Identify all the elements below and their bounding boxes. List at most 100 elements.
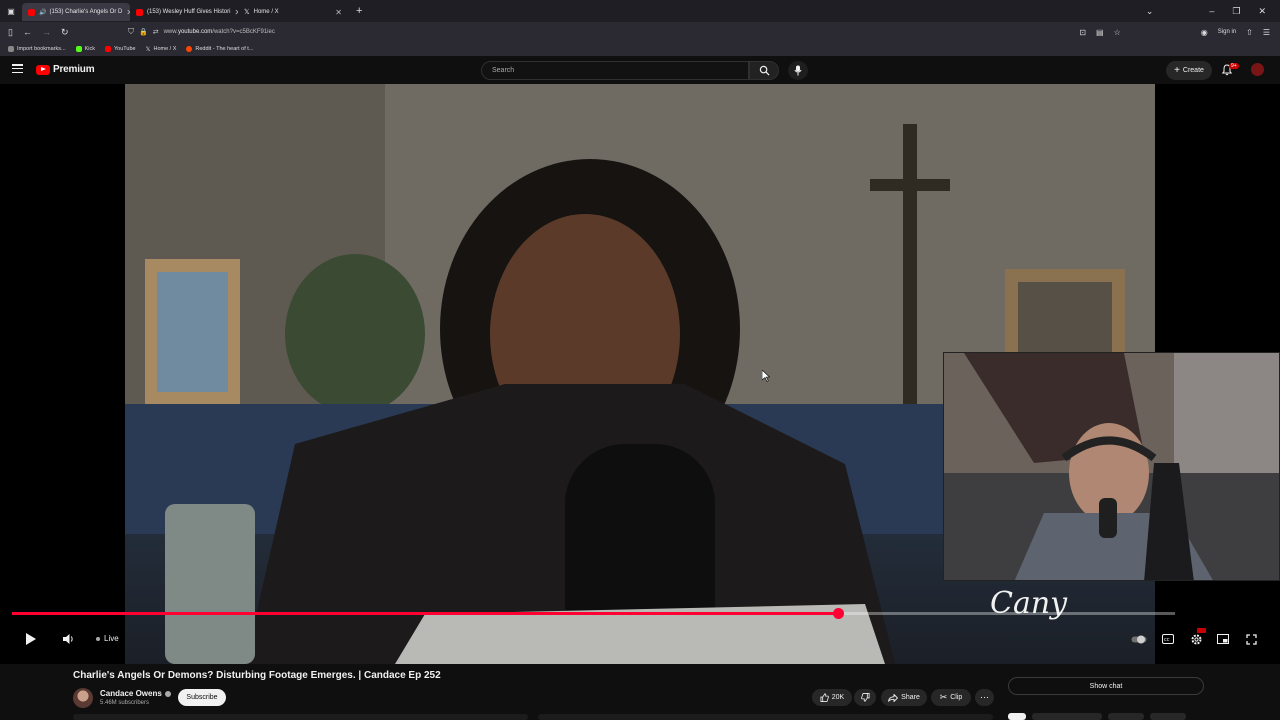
- hamburger-menu-icon[interactable]: [12, 64, 23, 73]
- youtube-favicon-icon: [28, 8, 35, 16]
- chip[interactable]: [1032, 713, 1102, 720]
- subscriber-count: 5.46M subscribers: [100, 700, 150, 706]
- reader-view-icon[interactable]: ▤: [1096, 28, 1104, 37]
- tab-label: (153) Wesley Huff Gives Histori: [147, 9, 231, 15]
- url-prefix: www.: [163, 29, 178, 35]
- bookmarks-bar: Import bookmarks... Kick YouTube 𝕏 Home /…: [0, 42, 1280, 56]
- settings-button[interactable]: [1188, 628, 1206, 646]
- account-avatar[interactable]: [1251, 63, 1264, 76]
- search-input[interactable]: Search: [481, 61, 749, 80]
- bookmark-home-x[interactable]: 𝕏 Home / X: [146, 46, 177, 53]
- close-tab-icon[interactable]: ✕: [331, 8, 342, 17]
- channel-avatar[interactable]: [73, 688, 93, 708]
- show-chat-button[interactable]: Show chat: [1008, 677, 1204, 695]
- play-button[interactable]: [23, 631, 39, 647]
- hd-badge: [1197, 628, 1206, 633]
- tab-wesley-huff[interactable]: (153) Wesley Huff Gives Histori ✕: [130, 3, 238, 21]
- channel-name[interactable]: Candace Owens: [100, 689, 171, 698]
- bookmark-label: Reddit - The heart of t...: [195, 46, 254, 52]
- related-chips: [1008, 713, 1186, 720]
- signature-overlay: Cany: [990, 586, 1068, 621]
- captions-button[interactable]: cc: [1161, 633, 1175, 645]
- permissions-icon[interactable]: ⇄: [153, 28, 159, 36]
- tab-list-icon[interactable]: ▣: [0, 7, 22, 16]
- miniplayer-button[interactable]: [1216, 633, 1230, 645]
- chip[interactable]: [1108, 713, 1144, 720]
- tab-overflow-chevron-icon[interactable]: ⌄: [1146, 6, 1154, 17]
- bookmark-label: Home / X: [153, 46, 177, 52]
- menu-icon[interactable]: ☰: [1263, 28, 1270, 37]
- mute-button[interactable]: [60, 632, 76, 646]
- lock-icon[interactable]: 🔒: [139, 28, 148, 36]
- tab-label: Home / X: [253, 9, 279, 15]
- account-icon[interactable]: ◉: [1201, 28, 1208, 37]
- description-strip: [538, 714, 993, 720]
- subscribe-button[interactable]: Subscribe: [178, 689, 226, 706]
- voice-search-button[interactable]: [788, 61, 808, 80]
- search-button[interactable]: [749, 61, 779, 80]
- address-bar[interactable]: www.youtube.com/watch?v=c5BcKF91iec: [164, 29, 1080, 35]
- close-window-icon[interactable]: ✕: [1258, 6, 1266, 17]
- live-dot-icon: [96, 636, 100, 641]
- clip-label: Clip: [950, 694, 963, 701]
- video-title: Charlie's Angels Or Demons? Disturbing F…: [73, 670, 441, 681]
- close-tab-icon[interactable]: ✕: [230, 8, 238, 17]
- dislike-button[interactable]: [854, 689, 876, 706]
- autoplay-toggle-icon: [1131, 635, 1147, 643]
- translate-icon[interactable]: ⊡: [1079, 28, 1086, 37]
- plus-icon: +: [1174, 65, 1180, 76]
- like-button[interactable]: 20K: [812, 689, 852, 706]
- reload-icon[interactable]: ↻: [61, 27, 69, 38]
- live-label: Live: [104, 634, 119, 643]
- speaker-icon[interactable]: 🔊: [39, 9, 46, 16]
- window-controls: ⌄ – ❐ ✕: [1146, 6, 1280, 17]
- extensions-icon[interactable]: ⇧: [1246, 28, 1253, 37]
- logo-text: Premium: [53, 64, 95, 75]
- channel-name-text: Candace Owens: [100, 689, 162, 698]
- tab-charlies-angels[interactable]: 🔊 (153) Charlie's Angels Or D ✕: [22, 3, 130, 21]
- new-tab-button[interactable]: +: [348, 5, 362, 17]
- miniplayer-icon: [1217, 634, 1229, 644]
- bookmark-youtube[interactable]: YouTube: [105, 46, 136, 52]
- tab-home-x[interactable]: 𝕏 Home / X ✕: [238, 3, 348, 21]
- share-button[interactable]: Share: [881, 689, 927, 706]
- youtube-premium-logo[interactable]: Premium: [36, 64, 95, 75]
- bookmark-kick[interactable]: Kick: [75, 46, 95, 52]
- gear-icon: [1191, 634, 1201, 644]
- create-button[interactable]: + Create: [1166, 61, 1212, 80]
- microphone-icon: [794, 65, 802, 76]
- shield-icon[interactable]: ⛉: [128, 27, 134, 37]
- live-indicator[interactable]: Live: [96, 634, 119, 643]
- progress-scrubber-handle[interactable]: [833, 608, 844, 619]
- forward-icon[interactable]: →: [42, 27, 51, 38]
- search-placeholder: Search: [492, 67, 515, 74]
- bookmark-label: Kick: [84, 46, 95, 52]
- minimize-icon[interactable]: –: [1209, 6, 1214, 17]
- captions-icon: cc: [1162, 634, 1174, 644]
- back-icon[interactable]: ←: [23, 27, 32, 38]
- thumbs-up-icon: [820, 693, 829, 702]
- close-tab-icon[interactable]: ✕: [122, 8, 130, 17]
- chip[interactable]: [1150, 713, 1186, 720]
- more-actions-button[interactable]: ⋯: [975, 689, 994, 706]
- volume-icon: [62, 634, 73, 644]
- url-domain: youtube.com: [177, 29, 213, 35]
- bookmark-reddit[interactable]: Reddit - The heart of t...: [186, 46, 253, 52]
- bookmark-label: YouTube: [114, 46, 136, 52]
- bookmark-star-icon[interactable]: ☆: [1114, 28, 1121, 37]
- thumbs-down-icon: [860, 693, 870, 702]
- signature-text: Cany: [990, 586, 1068, 621]
- webcam-scene-image: [944, 353, 1279, 580]
- play-icon: [26, 633, 36, 645]
- verified-check-icon: [164, 690, 171, 697]
- fullscreen-button[interactable]: [1244, 632, 1258, 646]
- sidebar-toggle-icon[interactable]: ▯: [8, 27, 13, 38]
- clip-button[interactable]: ✂ Clip: [931, 689, 971, 706]
- bookmark-import[interactable]: Import bookmarks...: [8, 46, 66, 52]
- autoplay-toggle[interactable]: [1131, 634, 1147, 644]
- progress-bar-played: [12, 612, 838, 615]
- sign-in-link[interactable]: Sign in: [1218, 29, 1236, 35]
- browser-tab-bar: ▣ 🔊 (153) Charlie's Angels Or D ✕ (153) …: [0, 0, 1280, 22]
- restore-icon[interactable]: ❐: [1232, 6, 1240, 17]
- chip-all[interactable]: [1008, 713, 1026, 720]
